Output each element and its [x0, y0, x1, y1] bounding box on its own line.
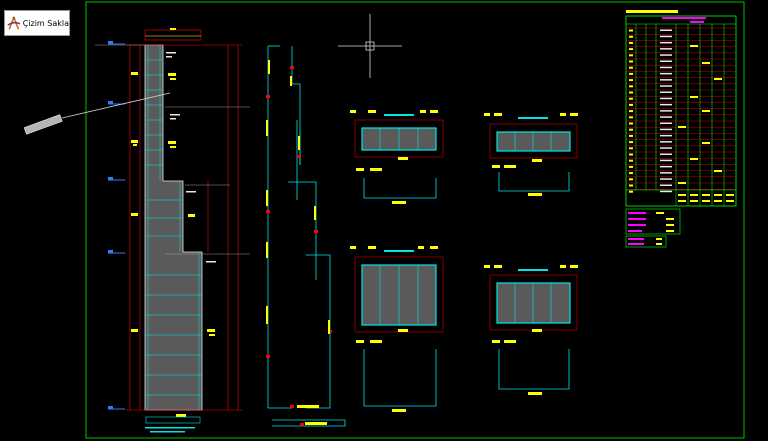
schedule-row-shape	[660, 134, 672, 137]
schedule-row-shape	[660, 172, 672, 174]
schedule-row-mark	[629, 29, 633, 32]
schedule-row-shape	[660, 79, 672, 81]
schedule-row-mark	[629, 116, 633, 119]
schedule-value-mark	[678, 182, 686, 184]
schedule-row-shape	[660, 141, 672, 143]
schedule-row-shape	[660, 178, 672, 180]
schedule-row-mark	[629, 110, 633, 113]
schedule-total-mark	[714, 194, 722, 196]
schedule-row-shape	[660, 147, 672, 149]
schedule-row-shape	[660, 153, 672, 155]
schedule-row-mark	[629, 41, 633, 44]
schedule-row-shape	[660, 110, 672, 112]
schedule-row-mark	[629, 159, 633, 162]
schedule-row-mark	[629, 178, 633, 181]
schedule-row-shape	[660, 184, 672, 186]
cad-drawing-canvas[interactable]	[0, 0, 768, 441]
schedule-row-shape	[660, 29, 672, 31]
schedule-total-mark	[690, 200, 698, 202]
schedule-row-shape	[660, 54, 672, 56]
rebar-elevation	[267, 45, 346, 427]
section-detail-d	[484, 265, 578, 395]
schedule-row-shape	[660, 165, 672, 168]
section-detail-b	[484, 113, 578, 196]
schedule-row-mark	[629, 91, 633, 94]
schedule-value-mark	[714, 78, 722, 80]
schedule-row-mark	[629, 72, 633, 75]
schedule-row-mark	[629, 66, 633, 69]
schedule-row-mark	[629, 165, 633, 168]
schedule-total-mark	[690, 194, 698, 196]
schedule-row-mark	[629, 79, 633, 82]
schedule-total-mark	[726, 194, 734, 196]
schedule-row-shape	[660, 72, 672, 75]
schedule-value-mark	[690, 45, 698, 47]
schedule-row-mark	[629, 172, 633, 175]
section-detail-c	[350, 246, 444, 412]
schedule-row-mark	[629, 85, 633, 88]
schedule-row-shape	[660, 116, 672, 118]
schedule-value-mark	[678, 126, 686, 128]
schedule-row-mark	[629, 48, 633, 51]
schedule-value-mark	[690, 96, 698, 98]
schedule-row-shape	[660, 41, 672, 44]
schedule-row-shape	[660, 48, 672, 50]
schedule-total-mark	[678, 200, 686, 202]
schedule-row-mark	[629, 190, 633, 193]
schedule-total-mark	[726, 200, 734, 202]
schedule-row-shape	[660, 128, 672, 131]
schedule-row-mark	[629, 60, 633, 63]
schedule-row-mark	[629, 147, 633, 150]
section-detail-a	[350, 110, 444, 204]
schedule-row-mark	[629, 128, 633, 131]
schedule-row-shape	[660, 60, 672, 62]
schedule-row-mark	[629, 134, 633, 137]
schedule-total-mark	[702, 200, 710, 202]
schedule-row-shape	[660, 103, 672, 106]
schedule-total-mark	[714, 200, 722, 202]
schedule-row-shape	[660, 97, 672, 100]
schedule-row-mark	[629, 103, 633, 106]
schedule-value-mark	[690, 158, 698, 160]
schedule-row-shape	[660, 91, 672, 93]
schedule-value-mark	[702, 62, 710, 64]
schedule-total-mark	[678, 194, 686, 196]
schedule-total-mark	[702, 194, 710, 196]
crosshair-cursor-icon	[338, 14, 402, 78]
schedule-row-mark	[629, 184, 633, 187]
wall-section-detail	[23, 28, 250, 433]
schedule-row-shape	[660, 66, 672, 69]
schedule-row-shape	[660, 35, 672, 38]
schedule-row-mark	[629, 141, 633, 144]
schedule-row-mark	[629, 97, 633, 100]
rebar-schedule-table	[625, 10, 737, 248]
schedule-value-mark	[702, 142, 710, 144]
schedule-value-mark	[714, 170, 722, 172]
schedule-row-shape	[660, 190, 672, 193]
schedule-value-mark	[702, 110, 710, 112]
schedule-row-mark	[629, 122, 633, 125]
schedule-row-shape	[660, 159, 672, 162]
schedule-row-mark	[629, 54, 633, 57]
schedule-row-shape	[660, 85, 672, 87]
schedule-row-mark	[629, 35, 633, 38]
schedule-row-shape	[660, 122, 672, 124]
schedule-row-mark	[629, 153, 633, 156]
